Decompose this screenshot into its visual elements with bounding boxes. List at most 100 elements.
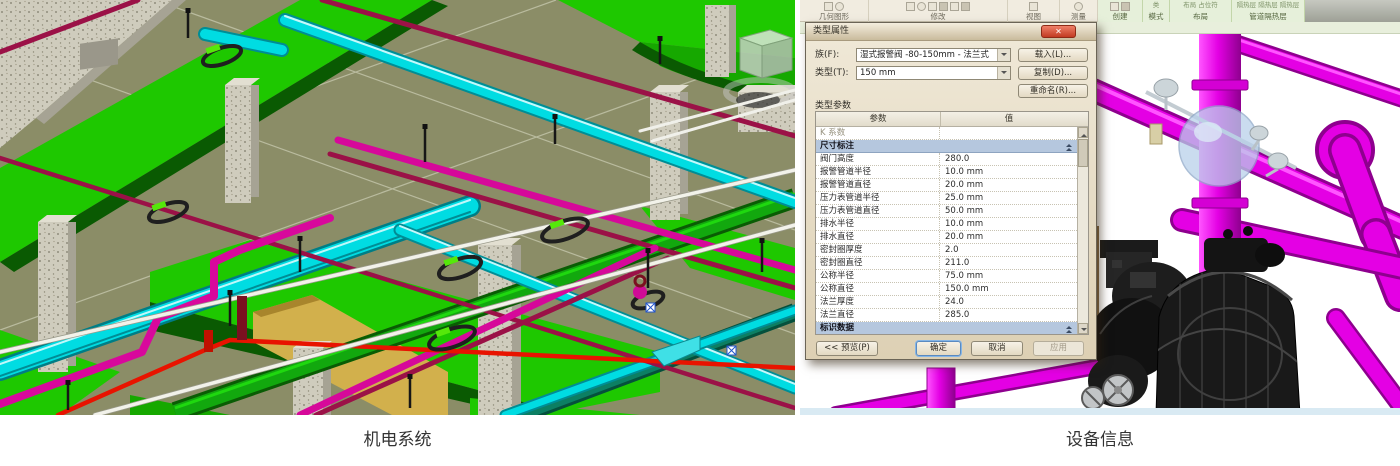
param-name: 排水半径 <box>816 218 940 230</box>
load-button[interactable]: 载入(L)... <box>1018 48 1088 62</box>
split-icon[interactable] <box>939 2 948 11</box>
param-value[interactable]: 75.0 mm <box>940 270 1077 282</box>
ok-button[interactable]: 确定 <box>916 341 961 356</box>
close-icon[interactable] <box>1041 25 1076 38</box>
type-properties-dialog: 类型属性 族(F): 湿式报警阀 -80-150mm - 法兰式 载入(L)..… <box>805 22 1097 360</box>
param-name: 标识数据 <box>816 322 854 334</box>
preview-button[interactable]: << 预览(P) <box>816 341 878 356</box>
hide-icon[interactable] <box>1029 2 1038 11</box>
paint-icon[interactable] <box>835 2 844 11</box>
param-name: 报警管道直径 <box>816 179 940 191</box>
scroll-up-icon[interactable] <box>1078 127 1088 138</box>
cope-icon[interactable] <box>824 2 833 11</box>
ribbon-group-pipe-insulation: 隔热层 隔热层 隔热层 管道隔热层 <box>1232 0 1305 22</box>
param-name: 密封圈厚度 <box>816 244 940 256</box>
value-column-header: 值 <box>941 112 1077 126</box>
type-label: 类型(T): <box>815 66 849 80</box>
param-name: 阀门高度 <box>816 153 940 165</box>
param-name: 排水直径 <box>816 231 940 243</box>
type-select[interactable]: 150 mm <box>856 66 1011 80</box>
param-value[interactable]: 211.0 <box>940 257 1077 269</box>
param-name: 公称半径 <box>816 270 940 282</box>
ribbon-group-mode: 类 模式 <box>1143 0 1170 22</box>
param-value[interactable]: 50.0 mm <box>940 205 1077 217</box>
family-select[interactable]: 湿式报警阀 -80-150mm - 法兰式 <box>856 48 1011 62</box>
pressure-gauge <box>1268 153 1288 169</box>
move-icon[interactable] <box>906 2 915 11</box>
layout-buttons-label[interactable]: 布局 占位符 <box>1170 0 1231 11</box>
apply-button: 应用 <box>1033 341 1084 356</box>
mep-3d-scene <box>0 0 795 415</box>
collapse-icon[interactable] <box>1066 143 1073 150</box>
param-row[interactable]: 密封圈厚度2.0 <box>816 244 1077 257</box>
ribbon-empty-area <box>1305 0 1400 22</box>
ribbon-group-label: 视图 <box>1008 12 1059 22</box>
insulation-buttons-label[interactable]: 隔热层 隔热层 隔热层 <box>1232 0 1304 11</box>
collapse-icon[interactable] <box>1066 325 1073 332</box>
ribbon-group-view: 视图 <box>1008 0 1060 22</box>
duplicate-button[interactable]: 复制(D)... <box>1018 66 1088 80</box>
param-row[interactable]: 报警管道直径20.0 mm <box>816 179 1077 192</box>
red-riser <box>237 296 247 340</box>
align-icon[interactable] <box>950 2 959 11</box>
scrollbar-thumb[interactable] <box>1078 139 1088 167</box>
param-name: 法兰厚度 <box>816 296 940 308</box>
measure-icon[interactable] <box>1074 2 1083 11</box>
cancel-button[interactable]: 取消 <box>971 341 1023 356</box>
type-parameters-title: 类型参数 <box>815 98 851 111</box>
rotate-icon[interactable] <box>917 2 926 11</box>
param-row[interactable]: 压力表管道直径50.0 mm <box>816 205 1077 218</box>
param-row[interactable]: K 系数 <box>816 127 1077 140</box>
param-row[interactable]: 密封圈直径211.0 <box>816 257 1077 270</box>
table-scrollbar[interactable] <box>1077 127 1088 334</box>
mep-3d-view <box>0 0 795 415</box>
section-row[interactable]: 标识数据 <box>816 322 1077 334</box>
param-value[interactable]: 25.0 mm <box>940 192 1077 204</box>
ribbon: 几何图形 修改 视图 测量 创建 类 模式 <box>800 0 1400 22</box>
ribbon-group-modify: 修改 <box>869 0 1008 22</box>
param-name: 报警管道半径 <box>816 166 940 178</box>
param-name: 尺寸标注 <box>816 140 854 152</box>
ribbon-group-label: 布局 <box>1170 12 1231 22</box>
param-value[interactable]: 280.0 <box>940 153 1077 165</box>
ribbon-group-geometry: 几何图形 <box>800 0 869 22</box>
create-group-icon[interactable] <box>1121 2 1130 11</box>
param-value[interactable] <box>940 127 1077 139</box>
param-row[interactable]: 阀门高度280.0 <box>816 153 1077 166</box>
param-value[interactable]: 10.0 mm <box>940 218 1077 230</box>
param-row[interactable]: 法兰厚度24.0 <box>816 296 1077 309</box>
create-similar-icon[interactable] <box>1110 2 1119 11</box>
param-row[interactable]: 公称直径150.0 mm <box>816 283 1077 296</box>
param-value[interactable]: 20.0 mm <box>940 231 1077 243</box>
param-value[interactable]: 150.0 mm <box>940 283 1077 295</box>
param-row[interactable]: 排水半径10.0 mm <box>816 218 1077 231</box>
param-row[interactable]: 公称半径75.0 mm <box>816 270 1077 283</box>
param-row[interactable]: 报警管道半径10.0 mm <box>816 166 1077 179</box>
delete-icon[interactable] <box>961 2 970 11</box>
param-value[interactable]: 2.0 <box>940 244 1077 256</box>
param-row[interactable]: 排水直径20.0 mm <box>816 231 1077 244</box>
param-value[interactable]: 10.0 mm <box>940 166 1077 178</box>
param-column-header: 参数 <box>816 112 941 126</box>
ribbon-group-label: 几何图形 <box>800 12 868 22</box>
pressure-gauge <box>1250 126 1268 140</box>
param-name: 压力表管道半径 <box>816 192 940 204</box>
caption-mep-system: 机电系统 <box>0 425 795 455</box>
rename-button[interactable]: 重命名(R)... <box>1018 84 1088 98</box>
ribbon-group-label: 测量 <box>1060 12 1097 22</box>
param-value[interactable]: 24.0 <box>940 296 1077 308</box>
revit-window: 几何图形 修改 视图 测量 创建 类 模式 <box>800 0 1400 415</box>
red-elbow <box>204 330 213 352</box>
mode-buttons-label[interactable]: 类 <box>1143 0 1169 11</box>
ribbon-group-label: 模式 <box>1143 12 1169 22</box>
param-rows: K 系数尺寸标注阀门高度280.0报警管道半径10.0 mm报警管道直径20.0… <box>816 127 1077 334</box>
param-name: 压力表管道直径 <box>816 205 940 217</box>
param-row[interactable]: 法兰直径285.0 <box>816 309 1077 322</box>
trim-icon[interactable] <box>928 2 937 11</box>
section-row[interactable]: 尺寸标注 <box>816 140 1077 153</box>
scroll-down-icon[interactable] <box>1078 323 1088 334</box>
param-row[interactable]: 压力表管道半径25.0 mm <box>816 192 1077 205</box>
ribbon-group-create: 创建 <box>1098 0 1143 22</box>
param-value[interactable]: 285.0 <box>940 309 1077 321</box>
param-value[interactable]: 20.0 mm <box>940 179 1077 191</box>
